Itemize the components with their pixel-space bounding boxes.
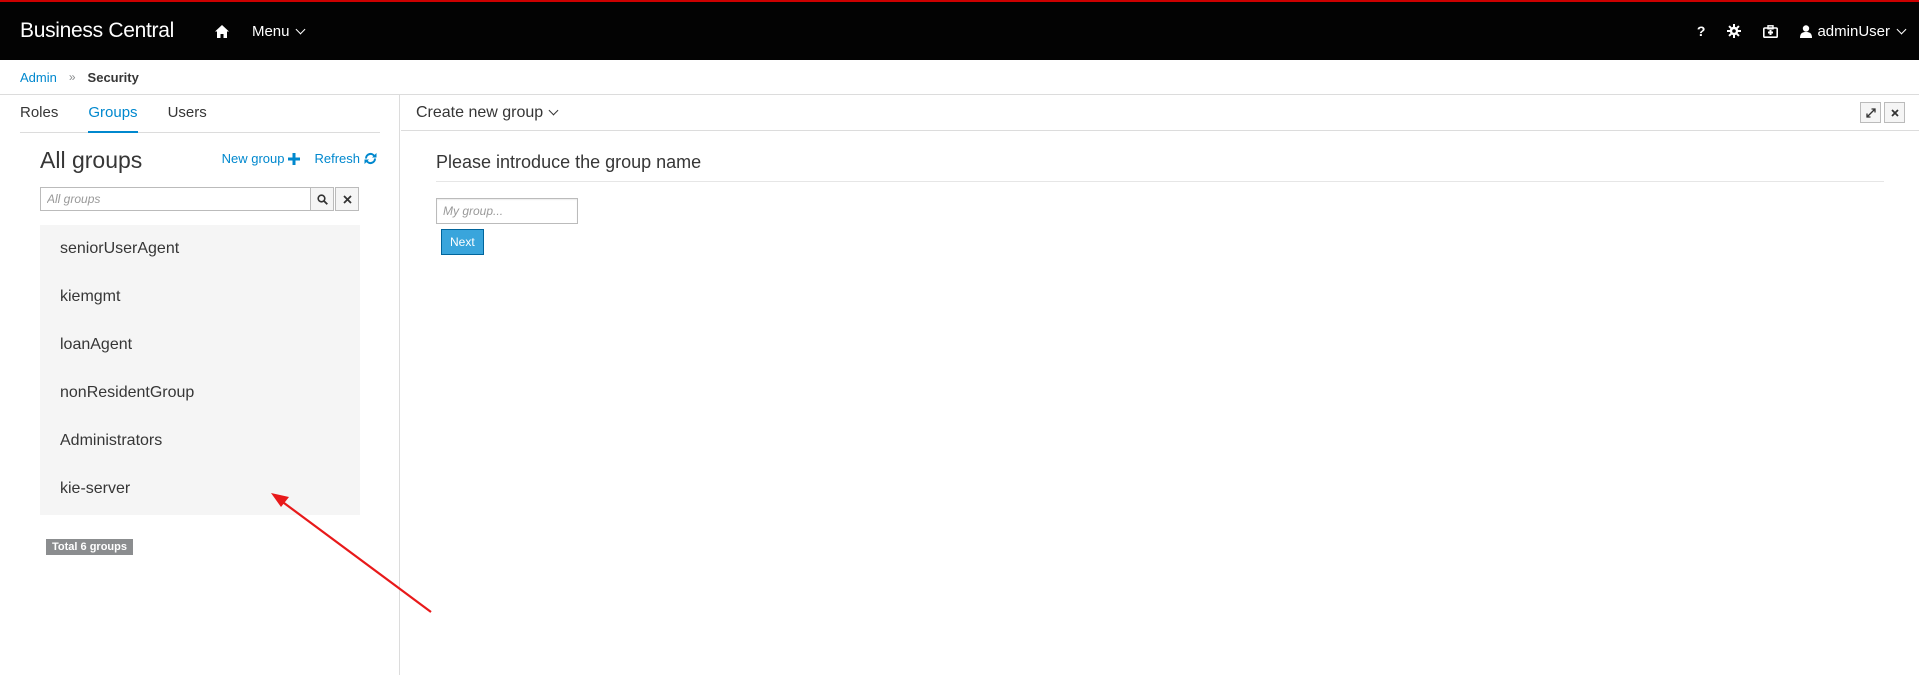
group-list: seniorUserAgent kiemgmt loanAgent nonRes… (40, 225, 360, 515)
new-group-label: New group (221, 151, 285, 166)
group-name-field[interactable] (436, 198, 578, 224)
close-icon (1890, 108, 1899, 117)
refresh-icon (364, 152, 377, 165)
create-group-panel: Create new group Please introduce the gr… (401, 95, 1919, 675)
plus-icon (288, 152, 301, 165)
search-icon (316, 193, 328, 205)
groups-sidebar: Roles Groups Users All groups New group … (0, 95, 400, 675)
security-tabs: Roles Groups Users (20, 95, 380, 133)
total-groups-badge: Total 6 groups (46, 539, 133, 555)
briefcase-icon[interactable] (1763, 24, 1779, 38)
group-search (40, 187, 359, 211)
chevron-down-icon (296, 24, 306, 34)
breadcrumb-admin[interactable]: Admin (20, 70, 57, 85)
user-menu[interactable]: adminUser (1800, 22, 1907, 40)
menu-label: Menu (251, 22, 290, 40)
refresh-button[interactable]: Refresh (314, 151, 377, 166)
maximize-button[interactable] (1860, 102, 1881, 123)
tab-roles[interactable]: Roles (20, 95, 58, 133)
brand-title[interactable]: Business Central (20, 19, 174, 43)
chevron-down-icon (1896, 24, 1907, 34)
search-button[interactable] (310, 187, 334, 211)
list-item[interactable]: kie-server (40, 471, 360, 519)
groups-heading: All groups (40, 147, 143, 173)
tab-users[interactable]: Users (168, 95, 207, 133)
expand-icon (1865, 107, 1876, 118)
tab-groups[interactable]: Groups (88, 95, 138, 133)
close-panel-button[interactable] (1884, 102, 1905, 123)
breadcrumb-security: Security (87, 69, 139, 85)
chevron-down-icon (548, 105, 559, 116)
gear-icon[interactable] (1727, 24, 1742, 38)
user-icon (1800, 24, 1813, 38)
list-item[interactable]: nonResidentGroup (40, 375, 360, 423)
new-group-button[interactable]: New group (222, 151, 301, 166)
home-icon[interactable] (212, 21, 232, 41)
panel-controls (1860, 102, 1905, 123)
panel-title-dropdown[interactable]: Create new group (416, 103, 559, 122)
next-button[interactable]: Next (441, 229, 484, 255)
topbar-utilities: ? adminUser (1697, 2, 1907, 60)
list-item[interactable]: kiemgmt (40, 279, 360, 327)
refresh-label: Refresh (314, 151, 360, 166)
clear-search-button[interactable] (335, 187, 359, 211)
list-item[interactable]: loanAgent (40, 327, 360, 375)
groups-actions: New group Refresh (222, 151, 377, 166)
panel-title: Create new group (416, 103, 544, 121)
top-navbar: Business Central Menu ? adminUser (0, 0, 1919, 60)
breadcrumb-separator: » (68, 70, 76, 84)
menu-dropdown[interactable]: Menu (251, 22, 306, 40)
group-search-input[interactable] (40, 187, 311, 211)
help-icon[interactable]: ? (1697, 23, 1706, 39)
breadcrumb: Admin » Security (0, 60, 1919, 95)
list-item[interactable]: seniorUserAgent (40, 231, 360, 279)
form-heading: Please introduce the group name (436, 152, 1884, 182)
panel-header: Create new group (401, 95, 1919, 131)
user-name: adminUser (1817, 22, 1890, 40)
list-item[interactable]: Administrators (40, 423, 360, 471)
close-icon (342, 194, 352, 204)
